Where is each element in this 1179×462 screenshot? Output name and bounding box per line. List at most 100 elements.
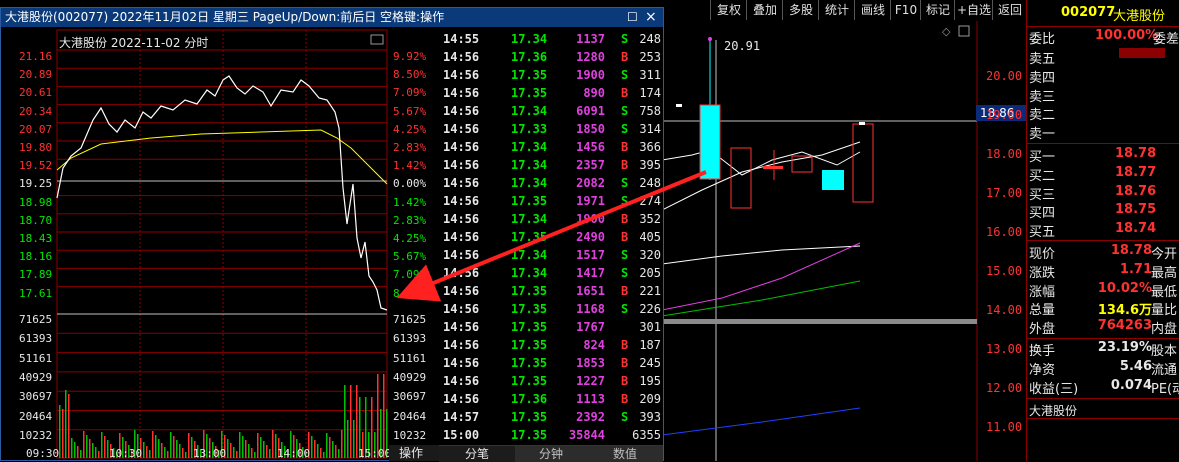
f10-button[interactable]: F10 (890, 0, 921, 20)
window-title-bar[interactable]: 大港股份(002077) 2022年11月02日 星期三 PageUp/Down… (1, 8, 663, 27)
intraday-chart[interactable] (1, 28, 439, 462)
tick-row[interactable]: 14:56 17.34 1417 S 205 (439, 266, 663, 284)
price-tick-label: 20.07 (19, 122, 53, 136)
kline-chart[interactable]: ◇ (662, 20, 1026, 461)
chart-title: 大港股份 2022-11-02 分时 (59, 36, 209, 50)
tick-direction: B (621, 86, 629, 100)
pct-tick-label: 9.92% (393, 50, 427, 63)
tick-row[interactable]: 14:56 17.35 1168 S 226 (439, 302, 663, 320)
tick-volume: 1767 (576, 320, 605, 334)
kline-axis-label: 11.00 (986, 420, 1023, 434)
tick-price: 17.35 (511, 284, 548, 298)
price-tick-label: 19.80 (19, 141, 53, 154)
stat-value: 0.074 (1110, 378, 1152, 393)
tick-row[interactable]: 14:56 17.34 2082 S 248 (439, 176, 663, 194)
sell-level-label: 卖五 (1029, 52, 1056, 67)
draw-line-button[interactable]: 画线 (854, 0, 891, 20)
tick-count: 366 (639, 140, 661, 154)
tick-row[interactable]: 14:55 17.34 1137 S 248 (439, 32, 663, 50)
tick-row[interactable]: 14:56 17.35 890 B 174 (439, 86, 663, 104)
kline-axis-label: 20.00 (986, 69, 1023, 83)
tick-price: 17.35 (511, 302, 548, 316)
tick-price: 17.35 (511, 230, 548, 244)
tick-row[interactable]: 14:56 17.34 2357 B 395 (439, 158, 663, 176)
tick-row[interactable]: 14:56 17.34 6091 S 758 (439, 104, 663, 122)
tick-row[interactable]: 14:56 17.35 1227 B 195 (439, 374, 663, 392)
tick-row[interactable]: 14:56 17.36 1280 B 253 (439, 50, 663, 68)
tick-row[interactable]: 14:56 17.35 1651 B 221 (439, 284, 663, 302)
price-tick-label: 20.89 (19, 68, 53, 82)
tick-row[interactable]: 15:00 17.35 35844 6355 (439, 428, 663, 446)
tab-shuzhi[interactable]: 数值 (587, 446, 663, 462)
tick-count: 248 (639, 176, 661, 190)
tick-volume: 1280 (576, 50, 605, 64)
tick-row[interactable]: 14:56 17.35 824 B 187 (439, 338, 663, 356)
tick-row[interactable]: 14:56 17.35 1853 B 245 (439, 356, 663, 374)
buy-level-price: 18.74 (1115, 221, 1157, 237)
tick-row[interactable]: 14:56 17.34 1456 B 366 (439, 140, 663, 158)
history-timeshare-window[interactable]: 大港股份(002077) 2022年11月02日 星期三 PageUp/Down… (0, 7, 664, 462)
tick-count: 352 (639, 212, 661, 226)
tick-row[interactable]: 14:56 17.35 2490 B 405 (439, 230, 663, 248)
fuquan-button[interactable]: 复权 (710, 0, 747, 20)
time-tick-label: 14:00 (277, 447, 311, 460)
tick-time: 14:56 (443, 176, 480, 190)
tick-count: 205 (639, 266, 661, 280)
stat-label: 现价 (1029, 247, 1056, 262)
tick-volume: 1971 (576, 194, 605, 208)
stat-label: 收益(三) (1029, 382, 1079, 397)
tick-volume: 1651 (576, 284, 605, 298)
tick-row[interactable]: 14:56 17.33 1850 S 314 (439, 122, 663, 140)
stat-value: 10.02% (1097, 280, 1152, 296)
stat-label-2: PE(动 (1151, 382, 1179, 397)
tick-price: 17.34 (511, 176, 548, 190)
overlay-button[interactable]: 叠加 (746, 0, 783, 20)
pct-tick-label: 5.67% (393, 104, 427, 118)
operate-button[interactable]: 操作 (389, 445, 439, 461)
tick-volume: 1417 (576, 266, 605, 280)
stat-label-2: 量比 (1151, 303, 1178, 319)
statistics-button[interactable]: 统计 (818, 0, 855, 20)
buy-level-row: 买一 18.78 (1029, 146, 1179, 165)
volume-tick-label: 30697 (393, 390, 427, 404)
close-icon[interactable]: × (645, 8, 657, 27)
sell-level-row: 卖五 (1029, 48, 1179, 67)
tick-row[interactable]: 14:56 17.35 1767 301 (439, 320, 663, 338)
kline-axis-label: 18.00 (986, 147, 1023, 161)
tick-volume: 2082 (576, 176, 605, 190)
stat-label-2: 内盘 (1151, 322, 1178, 338)
price-tick-label: 21.16 (19, 50, 53, 63)
tick-direction: B (621, 392, 629, 406)
tick-row[interactable]: 14:56 17.35 1900 S 311 (439, 68, 663, 86)
buy-level-label: 买五 (1029, 225, 1056, 241)
kline-axis-label: 19.00 (986, 108, 1023, 122)
stat-label-2: 最高 (1151, 265, 1178, 281)
mark-button[interactable]: 标记 (920, 0, 955, 20)
add-favorite-button[interactable]: +自选 (954, 0, 993, 20)
back-button[interactable]: 返回 (992, 0, 1027, 20)
tab-fenbi[interactable]: 分笔 (439, 446, 515, 462)
maximize-icon[interactable]: ☐ (627, 8, 638, 27)
tick-count: 393 (639, 410, 661, 424)
buy-level-row: 买四 18.75 (1029, 202, 1179, 221)
tick-row[interactable]: 14:57 17.35 2392 S 393 (439, 410, 663, 428)
volume-tick-label: 40929 (19, 370, 53, 384)
kline-axis-label: 12.00 (986, 381, 1023, 395)
tick-direction: B (621, 284, 629, 298)
multi-stock-button[interactable]: 多股 (782, 0, 819, 20)
price-tick-label: 18.43 (19, 232, 53, 245)
quote-stat-row: 净资 5.46 流通 (1029, 359, 1179, 378)
tick-volume: 2357 (576, 158, 605, 172)
tick-price: 17.35 (511, 338, 548, 352)
tick-row[interactable]: 14:56 17.35 1971 S 274 (439, 194, 663, 212)
tick-volume: 890 (583, 86, 605, 100)
tick-volume: 1517 (576, 248, 605, 262)
tick-price: 17.35 (511, 86, 548, 100)
tick-row[interactable]: 14:56 17.36 1113 B 209 (439, 392, 663, 410)
tick-row[interactable]: 14:56 17.34 1900 B 352 (439, 212, 663, 230)
stat-label-2: 今开 (1151, 247, 1178, 262)
tick-row[interactable]: 14:56 17.34 1517 S 320 (439, 248, 663, 266)
buy-level-price: 18.77 (1115, 164, 1157, 180)
tab-fenzhong[interactable]: 分钟 (515, 446, 587, 462)
tick-direction: B (621, 338, 629, 352)
